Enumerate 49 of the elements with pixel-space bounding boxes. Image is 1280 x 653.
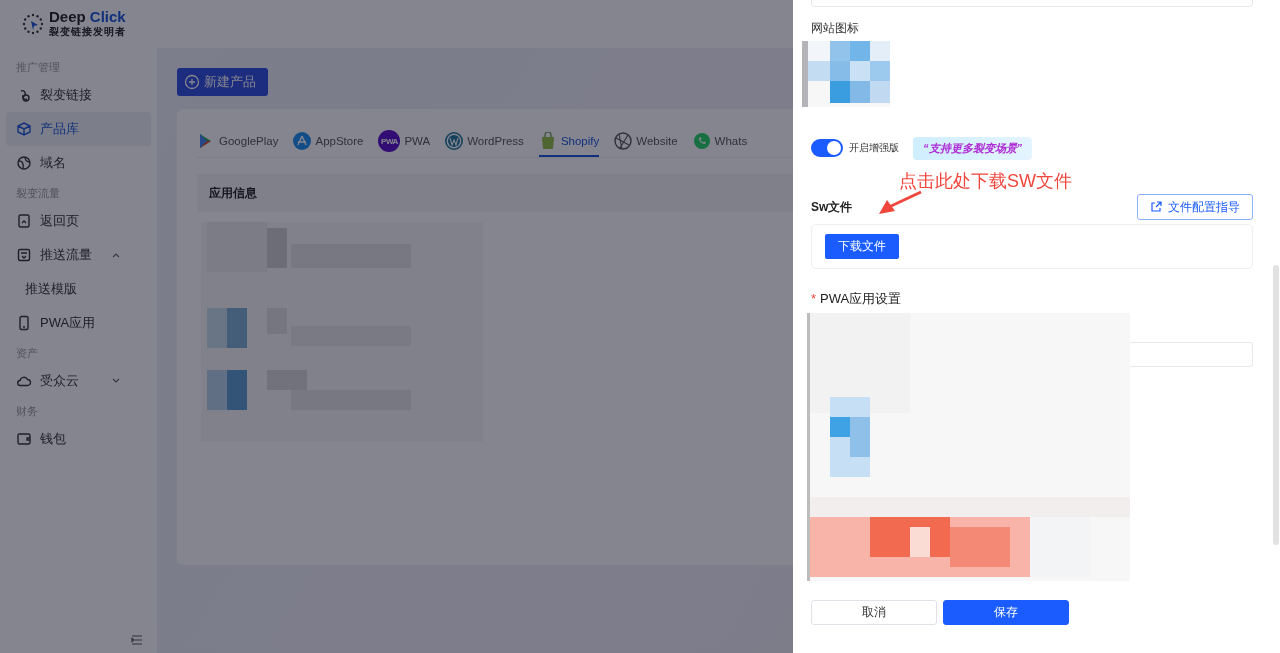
panel-title: 应用信息 bbox=[209, 184, 257, 202]
globe-icon bbox=[614, 132, 633, 150]
document-icon bbox=[16, 213, 32, 229]
promo-tag: “支持更多裂变场景” bbox=[913, 136, 1032, 160]
platform-tab[interactable]: Shopify bbox=[538, 129, 600, 157]
sidebar-subitem[interactable]: 推送模版 bbox=[6, 272, 151, 306]
scrollbar-thumb[interactable] bbox=[1273, 265, 1279, 545]
toggle-label: 开启增强版 bbox=[849, 141, 899, 155]
required-mark: * bbox=[811, 291, 817, 306]
platform-tab[interactable]: Website bbox=[614, 129, 678, 157]
brand-name: Deep Click bbox=[49, 9, 126, 25]
new-product-button[interactable]: 新建产品 bbox=[177, 68, 268, 96]
sidebar-item[interactable]: 返回页 bbox=[6, 204, 151, 238]
sidebar-item[interactable]: PWA应用 bbox=[6, 306, 151, 340]
save-button[interactable]: 保存 bbox=[943, 600, 1069, 625]
guide-button[interactable]: 文件配置指导 bbox=[1137, 194, 1253, 220]
platform-tab[interactable]: WordPress bbox=[445, 129, 524, 157]
pwa-badge: PWA bbox=[378, 130, 401, 152]
sidebar-item[interactable]: 产品库 bbox=[6, 112, 151, 146]
toggle-switch[interactable] bbox=[811, 139, 843, 157]
logo-icon bbox=[21, 12, 45, 36]
push-icon bbox=[16, 247, 32, 263]
cube-icon bbox=[16, 121, 32, 137]
sidebar-item[interactable]: 裂变链接 bbox=[6, 78, 151, 112]
chat-icon bbox=[692, 132, 711, 150]
section-title: Sw文件 bbox=[811, 198, 853, 216]
download-button[interactable]: 下载文件 bbox=[825, 234, 899, 259]
globe-icon bbox=[16, 155, 32, 171]
collapse-icon bbox=[131, 635, 143, 645]
platform-tab[interactable]: Whats bbox=[692, 129, 748, 157]
cancel-button[interactable]: 取消 bbox=[811, 600, 937, 625]
external-link-icon bbox=[1150, 201, 1162, 213]
platform-tab[interactable]: PWA PWA bbox=[378, 129, 431, 157]
wordpress-icon bbox=[445, 132, 464, 150]
wallet-icon bbox=[16, 431, 32, 447]
sidebar-item[interactable]: 推送流量 bbox=[6, 238, 151, 272]
platform-tab[interactable]: GooglePlay bbox=[197, 129, 279, 157]
sidebar-item[interactable]: 受众云 bbox=[6, 364, 151, 398]
field-label: 网站图标 bbox=[811, 20, 860, 37]
phone-icon bbox=[16, 315, 32, 331]
arrow-annotation bbox=[877, 190, 923, 216]
sidebar-item[interactable]: 域名 bbox=[6, 146, 151, 180]
app-store-icon bbox=[293, 132, 312, 150]
brand-tagline: 裂变链接发明者 bbox=[49, 26, 126, 39]
section-title: * PWA应用设置 bbox=[811, 290, 903, 308]
annotation-text: 点击此处下载SW文件 bbox=[899, 170, 1073, 191]
platform-tab[interactable]: AppStore bbox=[293, 129, 364, 157]
sidebar-item[interactable]: 钱包 bbox=[6, 422, 151, 456]
plus-circle-icon bbox=[184, 74, 200, 90]
